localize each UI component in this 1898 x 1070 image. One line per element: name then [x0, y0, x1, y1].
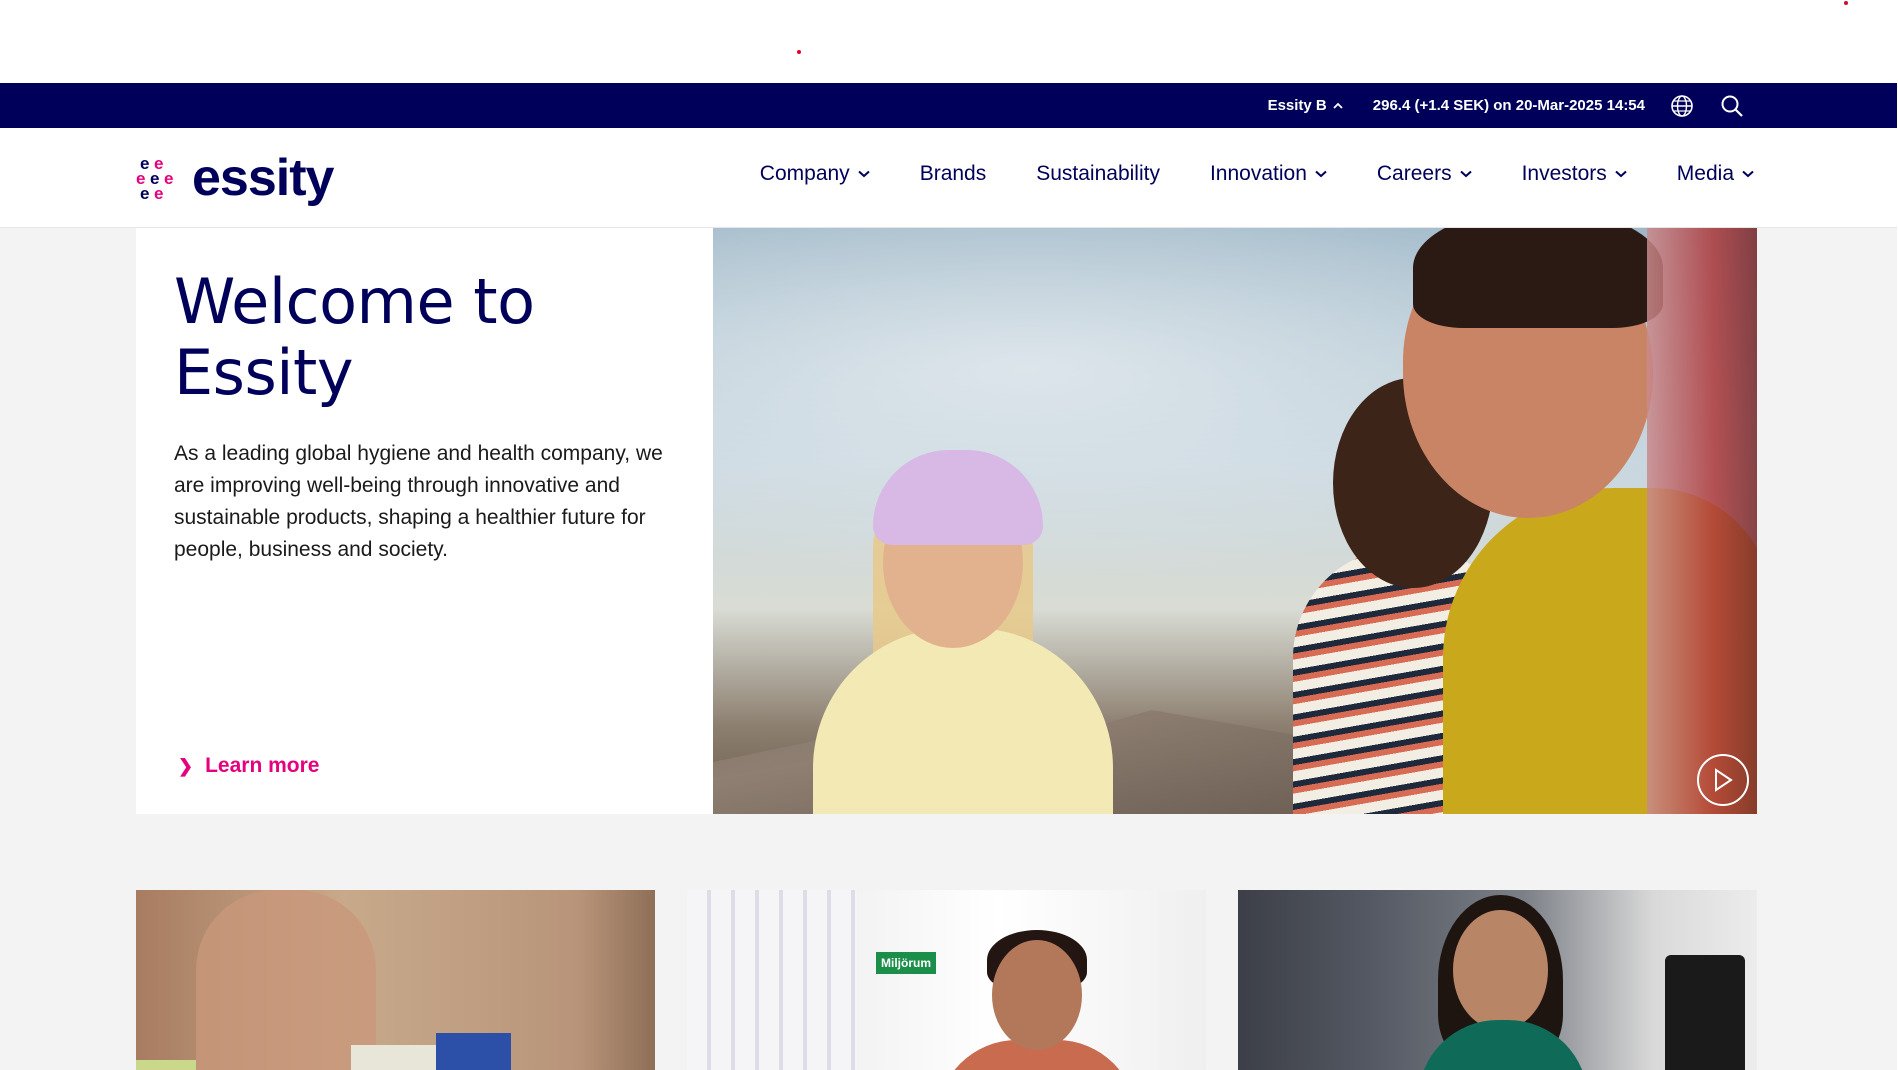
essity-logo[interactable]: e e e e e e e essity [136, 149, 334, 207]
top-whitespace [0, 0, 1898, 83]
learn-more-link[interactable]: ❯ Learn more [178, 754, 319, 778]
stock-quote: 296.4 (+1.4 SEK) on 20-Mar-2025 14:54 [1372, 97, 1645, 114]
svg-text:e: e [154, 184, 163, 203]
paper-rolls [687, 890, 857, 1070]
title-line-2: Essity [174, 336, 354, 409]
chevron-down-icon [1615, 170, 1627, 178]
nav-item-brands[interactable]: Brands [920, 162, 987, 186]
globe-icon [1671, 94, 1693, 117]
nav-item-media[interactable]: Media [1677, 162, 1754, 186]
feature-cards: Miljörum [136, 890, 1757, 1070]
hero-description: As a leading global hygiene and health c… [174, 442, 663, 561]
stock-selector[interactable]: Essity B [1268, 97, 1343, 114]
chevron-up-icon [1333, 102, 1343, 109]
svg-text:e: e [140, 184, 149, 203]
nav-item-label: Media [1676, 162, 1734, 185]
nav-item-label: Innovation [1209, 162, 1307, 185]
brand-wordmark: essity [192, 149, 334, 207]
play-icon [1715, 768, 1733, 792]
hero-video-image[interactable] [713, 228, 1757, 814]
nav-item-label: Sustainability [1036, 162, 1160, 185]
person-body [813, 628, 1113, 814]
person-head [992, 940, 1082, 1050]
nav-item-label: Careers [1376, 162, 1452, 185]
nav-item-investors[interactable]: Investors [1522, 162, 1627, 186]
play-video-button[interactable] [1697, 754, 1749, 806]
learn-more-label: Learn more [205, 754, 320, 777]
main-navigation: e e e e e e e essity Company Brands Sust… [0, 128, 1897, 228]
background-wall [1647, 228, 1757, 814]
feature-card-2[interactable]: Miljörum [687, 890, 1206, 1070]
feature-card-3[interactable] [1238, 890, 1757, 1070]
page-title: Welcome to Essity [174, 266, 675, 408]
hero-text-panel: Welcome to Essity As a leading global hy… [136, 228, 713, 814]
decorative-dot [1844, 1, 1848, 5]
page-content: Welcome to Essity As a leading global hy… [0, 228, 1897, 1070]
chevron-down-icon [1459, 170, 1472, 178]
nav-item-label: Brands [919, 162, 987, 185]
search-icon [1721, 95, 1743, 117]
decorative-dot [797, 50, 801, 54]
towel-dispenser [1665, 955, 1745, 1070]
utility-bar: Essity B 296.4 (+1.4 SEK) on 20-Mar-2025… [0, 83, 1897, 128]
chevron-right-icon: ❯ [178, 755, 194, 776]
person-figure [196, 890, 376, 1070]
stock-label: Essity B [1267, 97, 1327, 114]
nav-item-careers[interactable]: Careers [1377, 162, 1472, 186]
nav-menu: Company Brands Sustainability Innovation… [760, 162, 1754, 186]
person-head [1453, 910, 1548, 1030]
nav-item-innovation[interactable]: Innovation [1210, 162, 1327, 186]
nav-item-company[interactable]: Company [760, 162, 870, 186]
nav-item-label: Company [759, 162, 850, 185]
product-package [136, 1060, 196, 1070]
product-package [351, 1045, 436, 1070]
person-hair [1413, 228, 1663, 328]
feature-card-1[interactable] [136, 890, 655, 1070]
nav-item-sustainability[interactable]: Sustainability [1036, 162, 1160, 186]
search-button[interactable] [1719, 93, 1745, 119]
product-package [436, 1033, 511, 1070]
svg-text:e: e [164, 169, 173, 188]
nav-item-label: Investors [1521, 162, 1607, 185]
language-selector[interactable] [1669, 93, 1695, 119]
essity-logo-mark: e e e e e e e [136, 154, 173, 203]
title-line-1: Welcome to [174, 265, 535, 338]
chevron-down-icon [1742, 170, 1754, 178]
chevron-down-icon [858, 170, 870, 178]
chevron-down-icon [1315, 170, 1327, 178]
room-sign: Miljörum [876, 952, 936, 974]
